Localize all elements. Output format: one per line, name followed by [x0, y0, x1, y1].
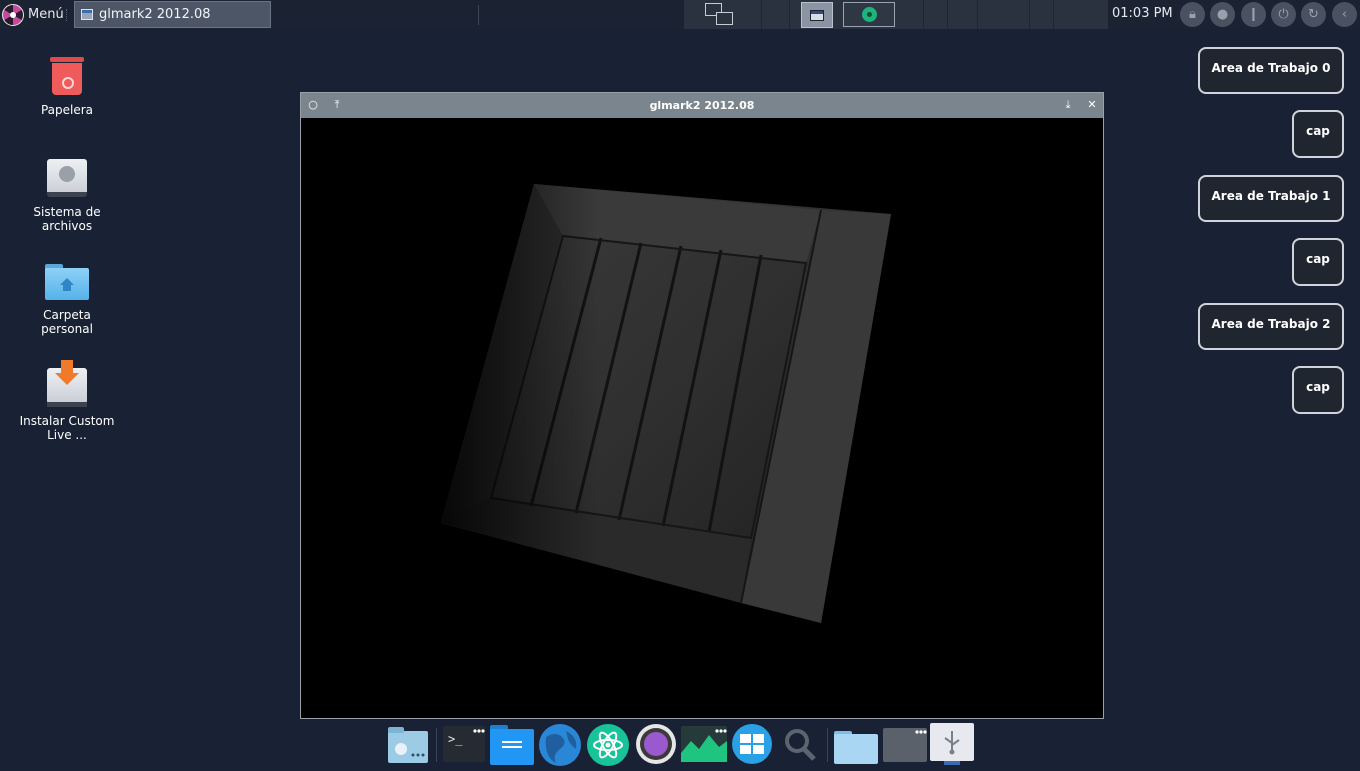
workspace-button-0[interactable]: Area de Trabajo 0: [1198, 47, 1344, 94]
dock-system-monitor[interactable]: [681, 723, 727, 765]
window-title: glmark2 2012.08: [649, 99, 755, 112]
dock-browser[interactable]: [538, 723, 581, 766]
pager-cell[interactable]: [1054, 0, 1108, 29]
desktop-icon-label: Sistema de archivos: [33, 205, 101, 233]
drive-icon: [47, 159, 87, 199]
menu-logo-icon: [2, 3, 24, 26]
dock-separator: [436, 728, 437, 762]
cap-button-2[interactable]: cap: [1292, 366, 1344, 414]
dock-atom[interactable]: [586, 723, 629, 766]
workspace-pager: [684, 0, 1108, 29]
top-panel: Menú glmark2 2012.08 01:03 PM 🔒︎ ● ❙ ⏻ ↻…: [0, 0, 1360, 29]
dock-workspace-switcher[interactable]: [731, 723, 773, 765]
menu-button[interactable]: Menú: [2, 2, 64, 27]
dock-screen-recorder[interactable]: [635, 723, 677, 765]
pager-cell[interactable]: [896, 0, 924, 29]
desktop-icon-home[interactable]: Carpeta personal: [17, 264, 117, 336]
dock-files[interactable]: [490, 723, 534, 765]
window-titlebar[interactable]: ○ ⤒ glmark2 2012.08 ⤓ ✕: [301, 93, 1103, 118]
user-icon[interactable]: ●: [1210, 2, 1235, 27]
workspace-button-1[interactable]: Area de Trabajo 1: [1198, 175, 1344, 222]
wooden-crate-render: [441, 184, 891, 623]
desktop-icon-label: Instalar Custom Live ...: [19, 414, 115, 442]
clock[interactable]: 01:03 PM: [1112, 6, 1173, 21]
back-icon[interactable]: ‹: [1332, 2, 1357, 27]
window-thumbnail-icon: [810, 10, 824, 21]
refresh-icon[interactable]: ↻: [1301, 2, 1326, 27]
power-icon[interactable]: ⏻: [1271, 2, 1296, 27]
menu-label: Menú: [28, 7, 64, 22]
pager-cell[interactable]: [762, 0, 790, 29]
window-icon: [81, 9, 93, 20]
browser-icon: [539, 724, 581, 766]
installer-icon: [47, 360, 87, 407]
workspace-switcher-icon: [732, 724, 772, 764]
pager-cell[interactable]: [948, 0, 978, 29]
dock-file-manager[interactable]: [387, 723, 429, 765]
dock-window-list[interactable]: [883, 723, 927, 765]
taskbar-window-button[interactable]: glmark2 2012.08: [74, 1, 271, 28]
search-icon: [785, 729, 816, 761]
trash-icon: [50, 57, 84, 95]
glmark2-window: ○ ⤒ glmark2 2012.08 ⤓ ✕: [300, 92, 1104, 719]
dock-folder[interactable]: [834, 723, 878, 765]
desktop-icon-installer[interactable]: Instalar Custom Live ...: [17, 360, 117, 442]
home-folder-icon: [45, 264, 89, 300]
app-thumbnail-icon: [862, 7, 877, 22]
active-workspace-window[interactable]: [801, 2, 833, 28]
workspace-button-2[interactable]: Area de Trabajo 2: [1198, 303, 1344, 350]
pager-cell[interactable]: [924, 0, 948, 29]
dock-separator: [827, 728, 828, 762]
minimize-icon[interactable]: ⤓: [1061, 98, 1075, 112]
desktop-icon-filesystem[interactable]: Sistema de archivos: [17, 159, 117, 233]
taskbar-window-label: glmark2 2012.08: [99, 7, 211, 22]
folder-icon: [834, 731, 878, 764]
pager-cell[interactable]: [684, 0, 762, 29]
panel-separator: [478, 5, 479, 25]
atom-icon: [587, 724, 629, 766]
desktop-icon-label: Carpeta personal: [41, 308, 93, 336]
cap-button-1[interactable]: cap: [1292, 238, 1344, 286]
render-canvas: [301, 118, 1103, 718]
panel-separator: [66, 9, 69, 21]
desktop-icon-trash[interactable]: Papelera: [17, 57, 117, 117]
screen-recorder-icon: [636, 724, 676, 764]
pager-cell[interactable]: [978, 0, 1030, 29]
system-monitor-icon: [681, 726, 727, 762]
dock-usb[interactable]: [930, 723, 974, 765]
close-icon[interactable]: ✕: [1085, 98, 1099, 112]
pager-cell[interactable]: [1030, 0, 1054, 29]
svg-text:>_: >_: [448, 732, 463, 746]
cap-button-0[interactable]: cap: [1292, 110, 1344, 158]
terminal-icon: >_: [443, 726, 485, 762]
dock-search[interactable]: [781, 723, 823, 765]
window-list-icon: [883, 728, 927, 762]
window-switcher-icon: [704, 2, 736, 27]
lock-icon[interactable]: 🔒︎: [1180, 2, 1205, 27]
info-icon[interactable]: ❙: [1241, 2, 1266, 27]
files-icon: [490, 725, 534, 765]
workspace-app-window[interactable]: [843, 2, 895, 27]
usb-icon: [930, 723, 974, 765]
file-manager-icon: [388, 727, 428, 763]
dock-terminal[interactable]: >_: [443, 723, 485, 765]
desktop-icon-label: Papelera: [40, 103, 94, 117]
